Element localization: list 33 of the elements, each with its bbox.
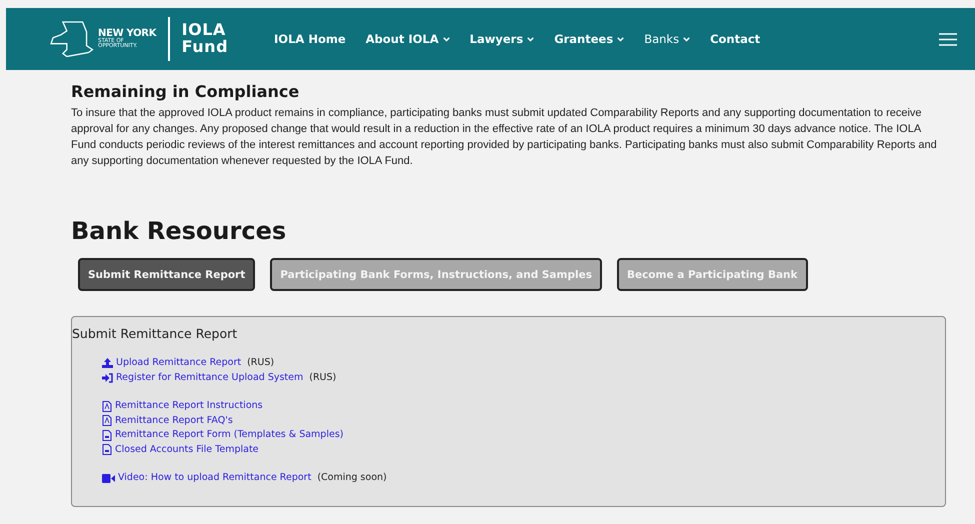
video-camera-icon [102, 474, 115, 483]
file-icon [102, 430, 112, 441]
brand-name: Fund [182, 39, 228, 56]
upload-icon [102, 358, 113, 368]
nav-link[interactable]: Banks [644, 32, 690, 46]
resource-link[interactable]: Remittance Report FAQ's [115, 414, 233, 428]
link-note: (RUS) [247, 356, 274, 370]
tab-button[interactable]: Submit Remittance Report [78, 258, 256, 291]
nav-link[interactable]: IOLA Home [274, 32, 346, 46]
nav-link[interactable]: Lawyers [470, 32, 534, 46]
body-paragraph: To insure that the approved IOLA product remains in compliance, participating banks must submit updated Comparability Reports and any supporting documentation to receive approval for any changes. Any proposed change that would result in a reduction in the effective rate of an IOLA product requires a minimum 30 days advance notice. The IOLA Fund conducts periodic reviews of the interest remittances and account reporting provided by participating banks. Participating banks must also submit Comparability Reports and any supporting documentation whenever requested by the IOLA Fund. [71, 106, 938, 169]
resource-link[interactable]: Upload Remittance Report [116, 356, 242, 370]
link-note: (Coming soon) [317, 471, 387, 485]
menu-icon[interactable] [939, 32, 957, 46]
resource-link[interactable]: Remittance Report Instructions [115, 399, 263, 414]
nav-link[interactable]: Grantees [554, 32, 624, 46]
brand-name: IOLA [182, 22, 227, 39]
sign-in-icon [102, 372, 113, 383]
pdf-file-icon [102, 400, 112, 412]
logo-text: NEW YORK [98, 28, 156, 38]
section-heading: Remaining in Compliance [71, 82, 300, 101]
pdf-file-icon [102, 415, 112, 426]
page-heading: Bank Resources [71, 217, 288, 245]
resource-link[interactable]: Remittance Report Form (Templates & Samples) [115, 428, 344, 442]
resource-link[interactable]: Video: How to upload Remittance Report [118, 471, 312, 486]
resource-link[interactable]: Register for Remittance Upload System [116, 370, 304, 385]
file-icon [102, 444, 112, 456]
state-outline-icon [50, 21, 94, 57]
panel-title: Submit Remittance Report [72, 325, 238, 341]
link-note: (RUS) [309, 370, 336, 384]
resource-link[interactable]: Closed Accounts File Template [115, 442, 259, 457]
nav-link[interactable]: About IOLA [366, 32, 450, 46]
nav-link[interactable]: Contact [710, 32, 760, 46]
